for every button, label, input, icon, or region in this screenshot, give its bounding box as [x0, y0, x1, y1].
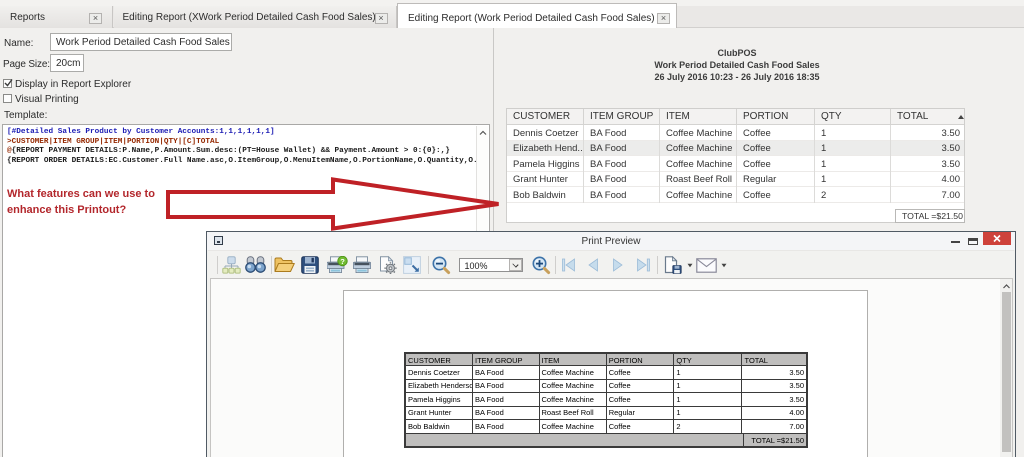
svg-text:?: ?	[340, 257, 345, 266]
